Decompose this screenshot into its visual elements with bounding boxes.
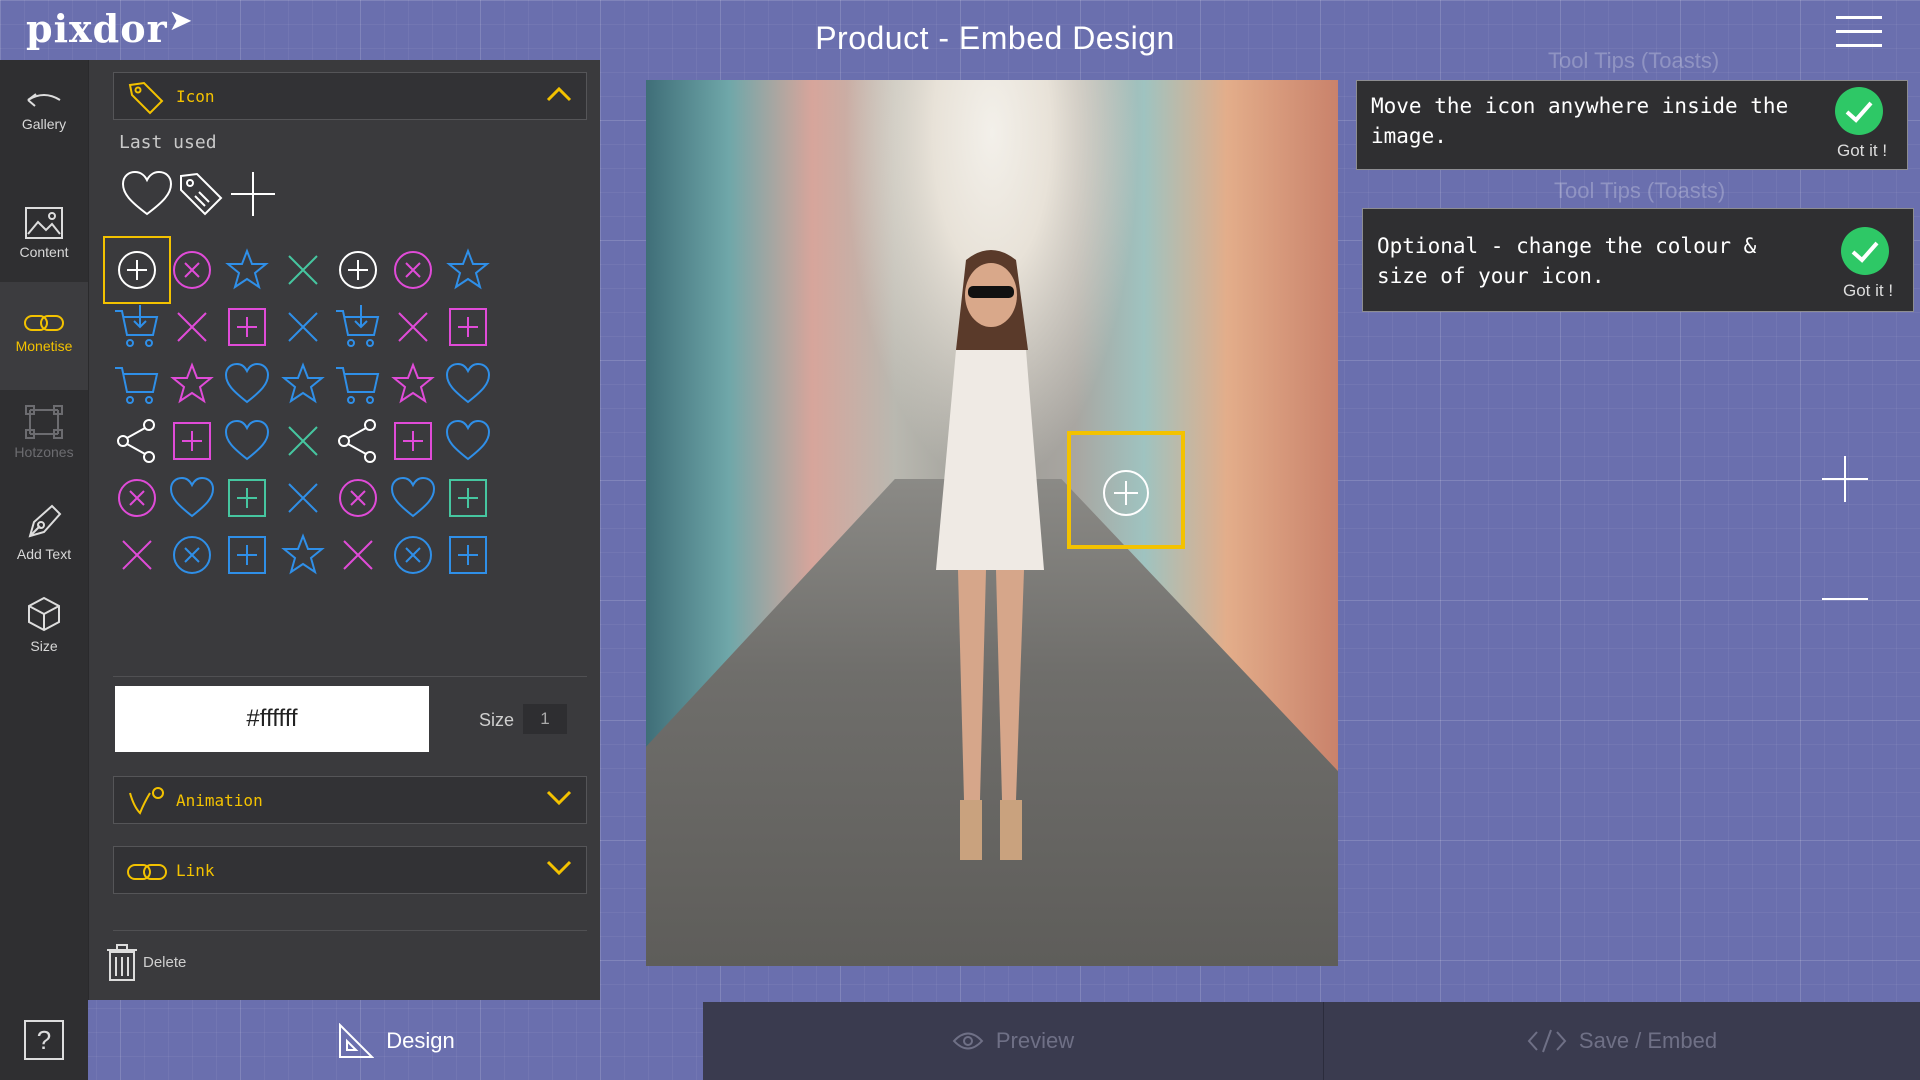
got-it-button[interactable]: Got it ! <box>1843 281 1893 301</box>
back-arrow-icon <box>27 93 61 107</box>
cube-icon <box>28 596 60 632</box>
size-input[interactable]: 1 <box>523 704 567 734</box>
chevron-down-icon <box>546 789 572 812</box>
chevron-up-icon <box>546 85 572 108</box>
toast-colour-size: Optional - change the colour & size of y… <box>1362 208 1914 312</box>
toast-message: Move the icon anywhere inside the image. <box>1371 94 1789 148</box>
product-image[interactable] <box>646 80 1338 966</box>
rail-item-monetise[interactable]: Monetise <box>0 282 88 390</box>
check-icon[interactable] <box>1841 227 1889 275</box>
rail-item-hotzones[interactable]: Hotzones <box>0 404 88 484</box>
rail-item-add-text[interactable]: Add Text <box>0 502 88 582</box>
bottom-tabs: Design Preview Save / Embed <box>88 1002 1920 1080</box>
tab-preview[interactable]: Preview <box>703 1002 1323 1080</box>
last-used-plus-icon[interactable] <box>219 160 287 228</box>
rail-item-gallery[interactable]: Gallery <box>0 86 88 156</box>
menu-button[interactable] <box>1836 16 1882 48</box>
chevron-down-icon <box>546 859 572 882</box>
toast-move-icon: Move the icon anywhere inside the image.… <box>1356 80 1908 170</box>
divider <box>113 930 587 931</box>
hotzone-icon <box>25 405 63 439</box>
toast-title: Tool Tips (Toasts) <box>1548 48 1720 73</box>
tag-icon <box>126 79 166 120</box>
eye-icon <box>952 1032 984 1050</box>
got-it-button[interactable]: Got it ! <box>1837 141 1887 161</box>
animation-icon <box>126 783 166 824</box>
toast-title: Tool Tips (Toasts) <box>1554 178 1726 203</box>
link-icon <box>126 861 168 888</box>
link-icon <box>24 315 64 331</box>
divider <box>113 676 587 677</box>
image-icon <box>25 207 63 239</box>
toast-message: Optional - change the colour & size of y… <box>1377 234 1757 288</box>
delete-button[interactable]: Delete <box>105 942 186 982</box>
last-used-label: Last used <box>119 132 217 153</box>
animation-section-header[interactable]: Animation <box>113 776 587 824</box>
trash-icon <box>107 944 137 981</box>
color-input[interactable]: #ffffff <box>115 686 429 752</box>
check-icon[interactable] <box>1835 87 1883 135</box>
icon-section-header[interactable]: Icon <box>113 72 587 120</box>
plus-square-icon[interactable] <box>434 521 502 589</box>
zoom-in-button[interactable] <box>1822 456 1868 502</box>
icon-panel: Icon Last used #ffffff Size 1 Animation … <box>88 60 600 1000</box>
help-button[interactable]: ? <box>24 1020 64 1060</box>
tab-design[interactable]: Design <box>88 1002 703 1080</box>
plus-circle-icon[interactable] <box>1100 467 1152 519</box>
left-rail: Gallery Content Monetise Hotzones Add Te… <box>0 60 88 1080</box>
size-label: Size <box>479 710 515 730</box>
photo-person <box>936 250 1044 860</box>
rail-item-size[interactable]: Size <box>0 594 88 674</box>
rail-item-content[interactable]: Content <box>0 206 88 286</box>
zoom-out-button[interactable] <box>1822 598 1868 600</box>
link-section-header[interactable]: Link <box>113 846 587 894</box>
hamburger-icon <box>1836 44 1882 47</box>
tab-save-embed[interactable]: Save / Embed <box>1323 1002 1920 1080</box>
code-icon <box>1527 1029 1567 1053</box>
set-square-icon <box>339 1023 375 1058</box>
pen-icon <box>28 504 62 538</box>
